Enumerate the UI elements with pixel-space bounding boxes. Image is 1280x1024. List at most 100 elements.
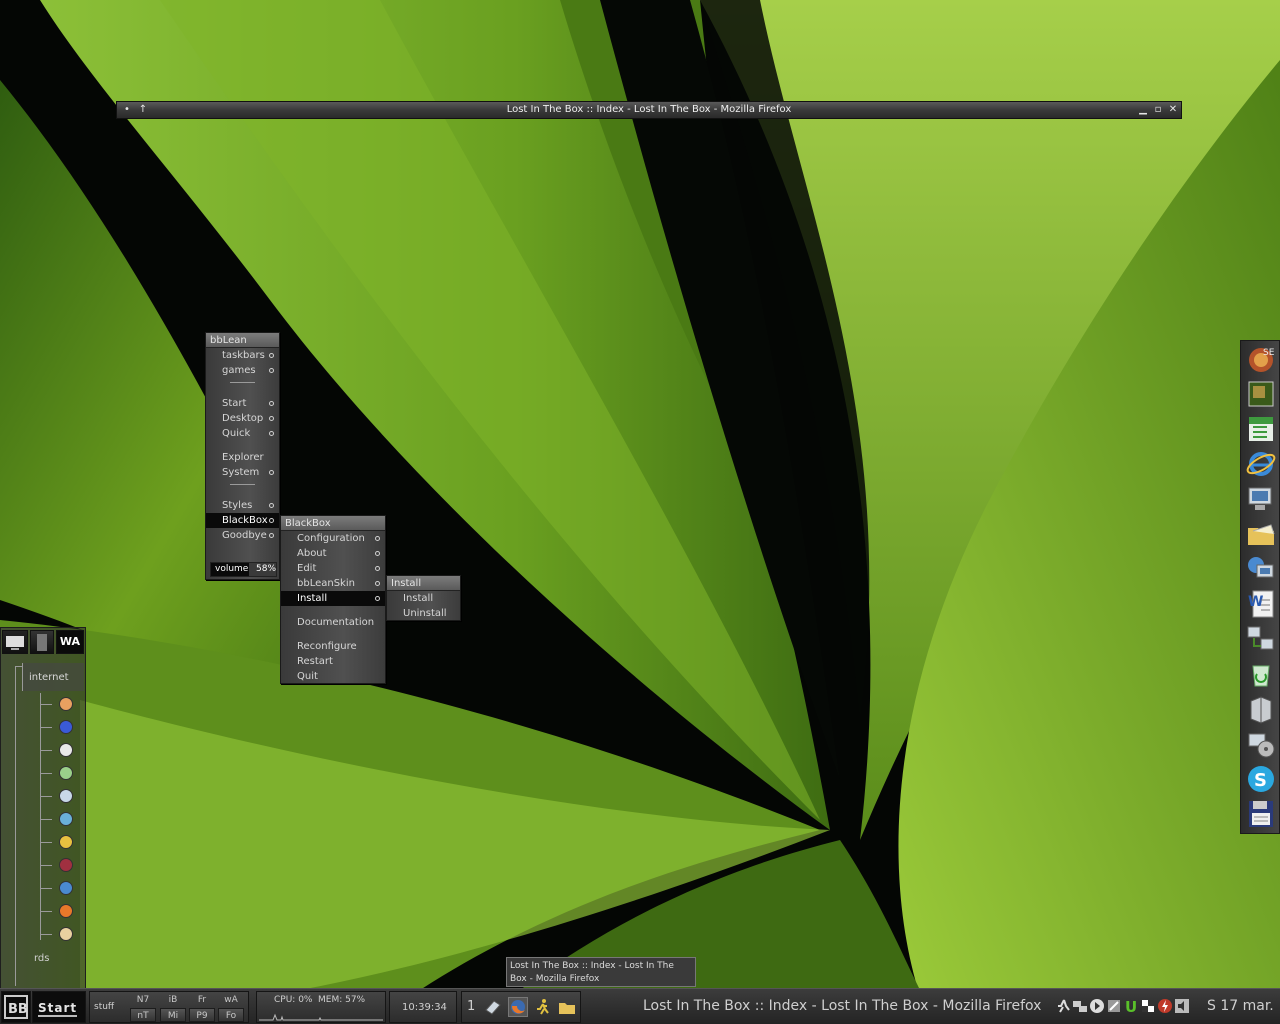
music-icon[interactable] xyxy=(59,858,73,872)
start-label: Start xyxy=(38,1001,78,1017)
blackbox-logo-icon[interactable]: BB xyxy=(1,991,31,1023)
tray-network-icon[interactable] xyxy=(1072,998,1088,1017)
menu-item-label: taskbars xyxy=(222,350,265,361)
menu-item-uninstall-plugin[interactable]: Uninstall xyxy=(387,606,460,621)
tray-flash-icon[interactable] xyxy=(1157,998,1173,1017)
word-document-icon[interactable]: W xyxy=(1245,588,1277,620)
tray-volume-icon[interactable] xyxy=(1174,998,1190,1017)
menu-item-games[interactable]: games xyxy=(206,363,279,378)
minimize-button[interactable]: ▁ xyxy=(1135,103,1151,117)
menu-item-system[interactable]: System xyxy=(206,465,279,480)
show-desktop-icon[interactable] xyxy=(484,998,502,1016)
skype-icon[interactable]: S xyxy=(1245,763,1277,795)
menu-item-goodbye[interactable]: Goodbye xyxy=(206,528,279,543)
tree-line xyxy=(40,911,52,912)
firefox-window-titlebar[interactable]: • ↑ Lost In The Box :: Index - Lost In T… xyxy=(116,101,1182,119)
tree-root-label: internet xyxy=(29,672,69,683)
active-task-button[interactable]: Lost In The Box :: Index - Lost In The B… xyxy=(643,998,1041,1014)
workspace-wa[interactable]: wA xyxy=(218,993,244,1007)
menu-item-blackbox[interactable]: BlackBox xyxy=(206,513,279,528)
quick-launch: 1 xyxy=(461,991,581,1023)
airplane-icon[interactable] xyxy=(59,720,73,734)
folder-icon[interactable] xyxy=(558,998,576,1016)
maximize-button[interactable]: ▫ xyxy=(1150,103,1166,117)
menu-spacer xyxy=(206,441,279,450)
tree-line xyxy=(40,704,52,705)
menu-item-about[interactable]: About xyxy=(281,546,385,561)
svg-text:SE: SE xyxy=(1263,348,1275,358)
menu-item-label: games xyxy=(222,365,256,376)
contacts-icon[interactable] xyxy=(59,812,73,826)
firefox-icon[interactable] xyxy=(59,904,73,918)
tree-line xyxy=(40,773,52,774)
workspace-p9[interactable]: P9 xyxy=(189,1008,215,1022)
winamp-button[interactable]: WA xyxy=(56,630,84,654)
menu-separator xyxy=(206,480,279,489)
submenu-indicator-icon xyxy=(269,401,274,406)
media-player-icon[interactable] xyxy=(1245,728,1277,760)
close-button[interactable]: ✕ xyxy=(1165,103,1181,117)
globe-icon[interactable] xyxy=(59,881,73,895)
network-computer-icon[interactable] xyxy=(1245,553,1277,585)
menu-item-reconfigure[interactable]: Reconfigure xyxy=(281,639,385,654)
tray-flag-icon[interactable] xyxy=(1140,998,1156,1017)
start-button[interactable]: Start xyxy=(32,991,86,1023)
workspace-n7[interactable]: N7 xyxy=(130,993,156,1007)
tower-icon[interactable] xyxy=(30,630,54,654)
menu-item-styles[interactable]: Styles xyxy=(206,498,279,513)
tray-utorrent-icon[interactable]: U xyxy=(1123,998,1139,1017)
floppy-disk-icon[interactable] xyxy=(1245,798,1277,830)
picture-icon[interactable] xyxy=(1245,378,1277,410)
submenu-indicator-icon xyxy=(269,470,274,475)
spreadsheet-icon[interactable] xyxy=(1245,413,1277,445)
internet-explorer-icon[interactable] xyxy=(1245,448,1277,480)
workspace-mi[interactable]: Mi xyxy=(160,1008,186,1022)
clock[interactable]: 10:39:34 xyxy=(389,991,457,1023)
smiley-icon[interactable] xyxy=(59,835,73,849)
menu-item-label: Uninstall xyxy=(403,608,447,619)
menu-item-install[interactable]: Install xyxy=(281,591,385,606)
tree-line xyxy=(40,750,52,751)
menu-item-explorer[interactable]: Explorer xyxy=(206,450,279,465)
monitor-icon[interactable] xyxy=(2,630,28,654)
drive-icon[interactable] xyxy=(1245,693,1277,725)
menu-item-desktop[interactable]: Desktop xyxy=(206,411,279,426)
menu-item-bbleanskin[interactable]: bbLeanSkin xyxy=(281,576,385,591)
menu-item-quick[interactable]: Quick xyxy=(206,426,279,441)
menu-item-restart[interactable]: Restart xyxy=(281,654,385,669)
firefox-se-icon[interactable]: SE xyxy=(1245,343,1277,375)
menu-item-quit[interactable]: Quit xyxy=(281,669,385,684)
firefox-launch-icon[interactable] xyxy=(508,997,528,1017)
my-computer-icon[interactable] xyxy=(1245,483,1277,515)
opera-icon[interactable] xyxy=(59,697,73,711)
open-folder-icon[interactable] xyxy=(1245,518,1277,550)
tree-root-internet[interactable]: internet xyxy=(22,663,84,691)
menu-spacer xyxy=(206,387,279,396)
clock-icon[interactable] xyxy=(59,927,73,941)
menu-item-start[interactable]: Start xyxy=(206,396,279,411)
recycle-bin-icon[interactable] xyxy=(1245,658,1277,690)
chat-icon[interactable] xyxy=(59,743,73,757)
running-man-icon[interactable] xyxy=(534,998,552,1016)
workspace-ib[interactable]: iB xyxy=(160,993,186,1007)
scanner-icon[interactable] xyxy=(59,789,73,803)
menu-item-edit[interactable]: Edit xyxy=(281,561,385,576)
submenu-indicator-icon xyxy=(375,596,380,601)
bin-icon[interactable] xyxy=(59,766,73,780)
workspace-fo[interactable]: Fo xyxy=(218,1008,244,1022)
menu-item-taskbars[interactable]: taskbars xyxy=(206,348,279,363)
volume-slider[interactable]: volume 58% xyxy=(210,562,277,577)
tray-running-man-icon[interactable] xyxy=(1056,998,1072,1017)
menu-spacer xyxy=(281,630,385,639)
menu-item-install-plugin[interactable]: Install xyxy=(387,591,460,606)
workspace-nt[interactable]: nT xyxy=(130,1008,156,1022)
network-places-icon[interactable] xyxy=(1245,623,1277,655)
submenu-indicator-icon xyxy=(375,536,380,541)
window-title: Lost In The Box :: Index - Lost In The B… xyxy=(506,104,792,115)
tray-media-icon[interactable] xyxy=(1089,998,1105,1017)
menu-item-label: Documentation xyxy=(297,617,375,628)
tray-tool-icon[interactable] xyxy=(1106,998,1122,1017)
menu-item-configuration[interactable]: Configuration xyxy=(281,531,385,546)
menu-item-documentation[interactable]: Documentation xyxy=(281,615,385,630)
workspace-fr[interactable]: Fr xyxy=(189,993,215,1007)
